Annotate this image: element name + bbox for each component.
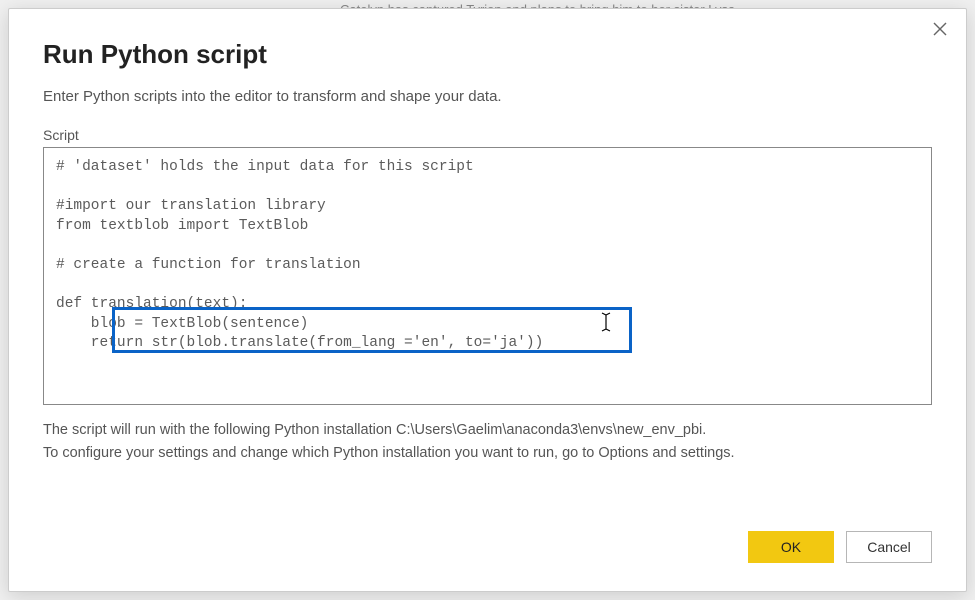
cancel-button[interactable]: Cancel	[846, 531, 932, 563]
script-editor[interactable]: # 'dataset' holds the input data for thi…	[43, 147, 932, 405]
dialog-buttons: OK Cancel	[43, 531, 932, 571]
script-label: Script	[43, 127, 932, 143]
ok-button[interactable]: OK	[748, 531, 834, 563]
text-cursor-icon	[599, 312, 613, 340]
footer-line-1: The script will run with the following P…	[43, 419, 932, 442]
footer-info: The script will run with the following P…	[43, 419, 932, 465]
footer-line-2: To configure your settings and change wh…	[43, 442, 932, 465]
close-icon	[933, 22, 947, 41]
close-button[interactable]	[928, 19, 952, 43]
run-python-script-dialog: Run Python script Enter Python scripts i…	[8, 8, 967, 592]
dialog-title: Run Python script	[43, 39, 932, 70]
script-content: # 'dataset' holds the input data for thi…	[56, 159, 543, 351]
dialog-subtitle: Enter Python scripts into the editor to …	[43, 88, 932, 105]
